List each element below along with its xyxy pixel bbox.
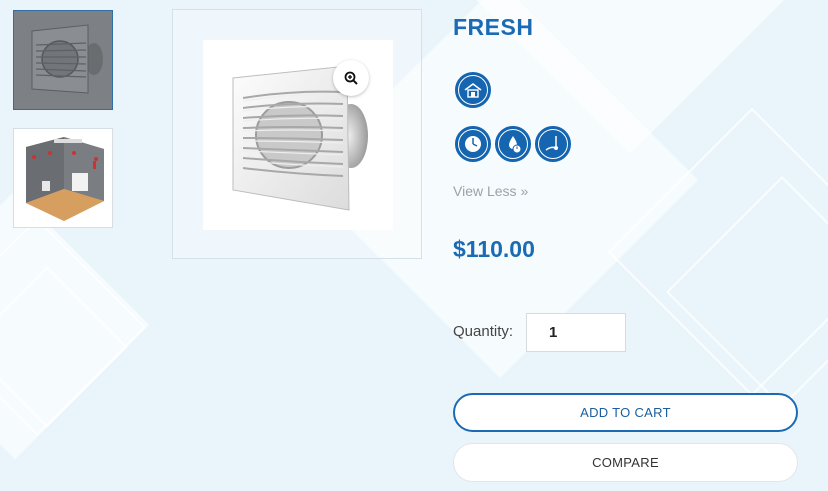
compare-button[interactable]: COMPARE [453, 443, 798, 482]
feature-humidity-timer-badge [495, 126, 531, 162]
product-title: FRESH [453, 14, 534, 40]
humidity-timer-icon [509, 136, 522, 154]
pull-cord-icon [545, 136, 558, 151]
fan-thumbnail-image [14, 11, 112, 109]
thumbnail-installation[interactable] [13, 128, 113, 228]
magnify-plus-icon [344, 71, 358, 85]
feature-timer-badge [455, 126, 491, 162]
product-price: $110.00 [453, 236, 535, 262]
quantity-input[interactable] [526, 313, 626, 352]
double-chevron-right-icon: » [520, 183, 529, 199]
timer-icon [465, 136, 481, 152]
bathroom-thumbnail-image [14, 129, 112, 227]
feature-pull-cord-badge [535, 126, 571, 162]
feature-house-badge [455, 72, 491, 108]
quantity-label: Quantity: [453, 323, 514, 340]
view-less-label: View Less [453, 183, 517, 199]
add-to-cart-button[interactable]: ADD TO CART [453, 393, 798, 432]
thumbnail-fan-front[interactable] [13, 10, 113, 110]
house-icon [464, 83, 482, 98]
view-less-link[interactable]: View Less » [453, 183, 528, 199]
main-product-image-frame [172, 9, 422, 259]
zoom-button[interactable] [333, 60, 369, 96]
